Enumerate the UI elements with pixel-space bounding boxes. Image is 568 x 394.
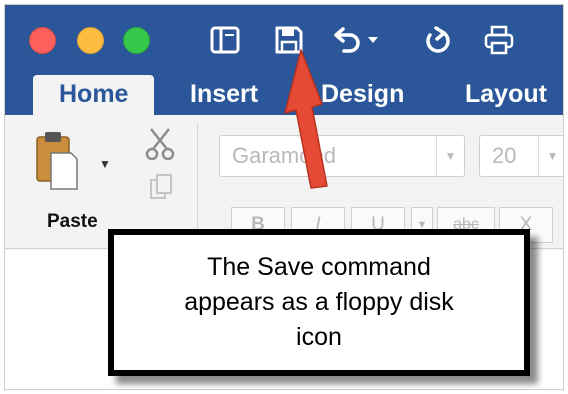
redo-icon[interactable]: [415, 19, 459, 61]
tab-design[interactable]: Design: [321, 75, 404, 115]
save-floppy-disk-icon[interactable]: [267, 19, 311, 61]
font-name-chevron-icon[interactable]: ▼: [436, 136, 464, 176]
title-bar: [5, 5, 563, 69]
font-name-box[interactable]: Garamond ▼: [219, 135, 465, 177]
callout-line-2: appears as a floppy disk: [184, 288, 454, 316]
minimize-window-button[interactable]: [77, 27, 104, 54]
zoom-window-button[interactable]: [123, 27, 150, 54]
font-size-box[interactable]: 20 ▼: [479, 135, 563, 177]
close-window-button[interactable]: [29, 27, 56, 54]
paste-clipboard-icon[interactable]: [35, 129, 79, 191]
paste-label: Paste: [47, 211, 98, 232]
cut-scissors-icon[interactable]: [145, 127, 175, 166]
callout-box: The Save command appears as a floppy dis…: [108, 229, 530, 376]
font-size-value: 20: [492, 143, 517, 168]
undo-dropdown-chevron-icon[interactable]: [363, 19, 383, 61]
tab-insert[interactable]: Insert: [190, 75, 258, 115]
callout-line-1: The Save command: [207, 253, 431, 281]
sidebar-icon[interactable]: [203, 19, 247, 61]
paste-dropdown-chevron-icon[interactable]: ▼: [99, 157, 111, 171]
copy-icon[interactable]: [149, 173, 173, 206]
callout-line-3: icon: [296, 323, 342, 351]
tab-layout[interactable]: Layout: [465, 75, 547, 115]
tab-home[interactable]: Home: [33, 75, 155, 115]
ribbon-group-separator: [197, 123, 198, 243]
print-icon[interactable]: [477, 19, 521, 61]
font-name-value: Garamond: [232, 143, 336, 168]
ribbon-tab-strip: Home Insert Design Layout: [5, 69, 563, 115]
font-size-chevron-icon[interactable]: ▼: [538, 136, 563, 176]
callout-text: The Save command appears as a floppy dis…: [184, 250, 454, 355]
